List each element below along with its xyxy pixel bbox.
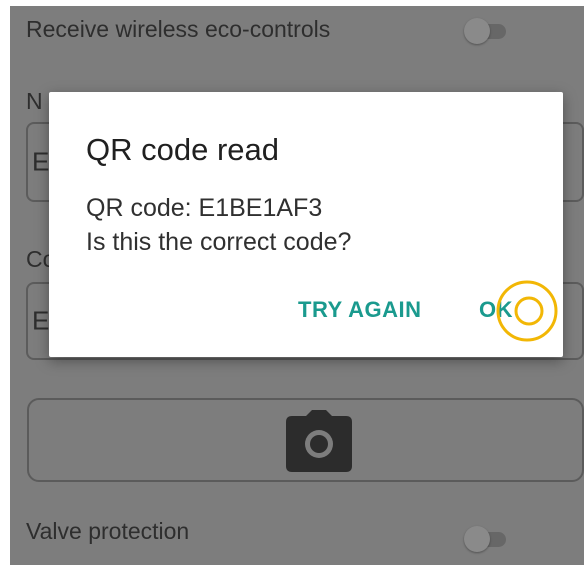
toggle-thumb: [464, 526, 490, 552]
app-screen: Receive wireless eco-controls N E Co E V…: [10, 6, 584, 565]
name-field-value: E: [32, 146, 50, 177]
wireless-eco-controls-label: Receive wireless eco-controls: [26, 16, 331, 42]
code-field-value: E: [32, 305, 50, 336]
valve-protection-label: Valve protection: [26, 518, 190, 544]
name-field-label: N: [26, 88, 43, 114]
dialog-message-code: QR code: E1BE1AF3: [86, 194, 323, 222]
dialog-message-question: Is this the correct code?: [86, 228, 352, 256]
valve-protection-toggle[interactable]: [464, 526, 508, 552]
try-again-button[interactable]: TRY AGAIN: [298, 297, 421, 323]
ok-button[interactable]: OK: [479, 297, 513, 323]
dialog-title: QR code read: [86, 132, 279, 167]
wireless-eco-controls-toggle[interactable]: [464, 18, 508, 44]
toggle-thumb: [464, 18, 490, 44]
camera-icon: [286, 410, 352, 472]
scan-qr-camera-button[interactable]: [27, 398, 584, 482]
qr-code-dialog: QR code read QR code: E1BE1AF3 Is this t…: [49, 92, 563, 357]
